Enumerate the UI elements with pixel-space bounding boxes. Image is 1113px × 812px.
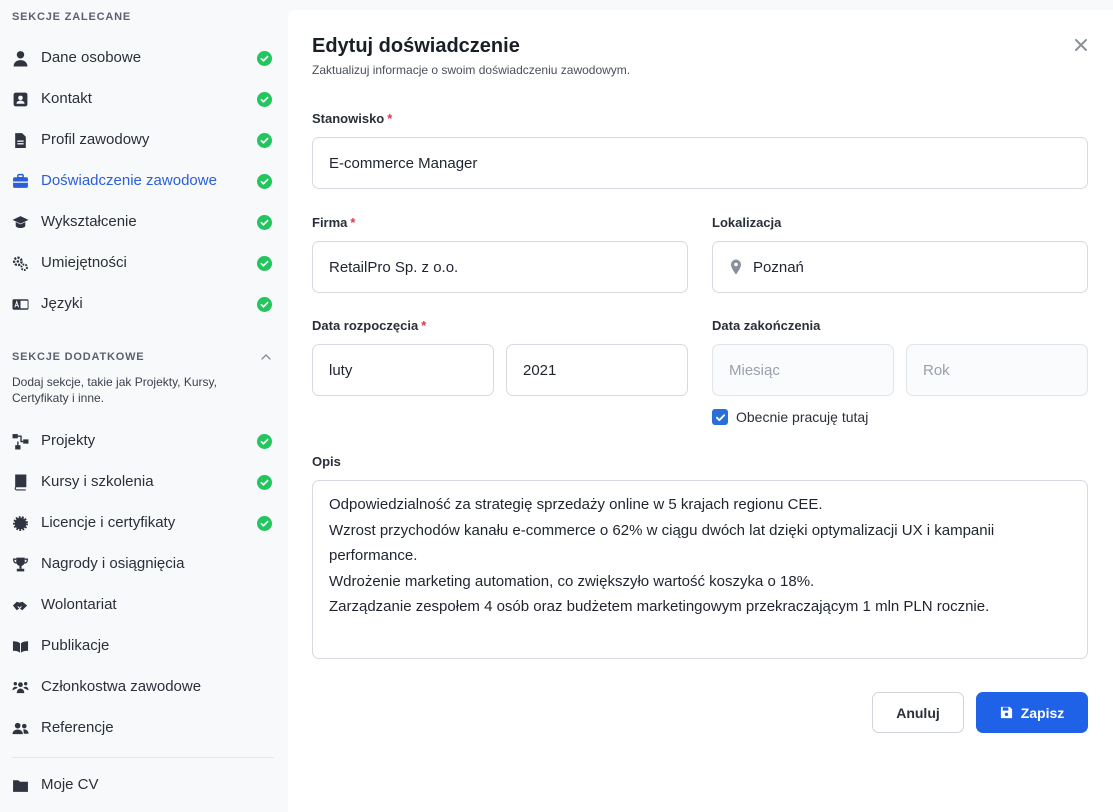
- folder-icon: [11, 776, 29, 794]
- completed-check-icon: [257, 297, 272, 312]
- briefcase-icon: [11, 172, 29, 190]
- panel-title: Edytuj doświadczenie: [312, 35, 520, 57]
- required-mark: *: [350, 215, 356, 230]
- chevron-up-icon[interactable]: [259, 350, 273, 364]
- completed-check-icon: [257, 475, 272, 490]
- description-textarea[interactable]: Odpowiedzialność za strategię sprzedaży …: [312, 480, 1088, 659]
- sidebar-item-professional-profile[interactable]: Profil zawodowy: [0, 121, 287, 159]
- sidebar-item-label: Członkostwa zawodowe: [41, 678, 202, 695]
- sidebar-item-label: Referencje: [41, 719, 114, 736]
- language-icon: [11, 295, 29, 313]
- completed-check-icon: [257, 215, 272, 230]
- sidebar-item-label: Moje CV: [41, 776, 99, 793]
- contact-card-icon: [11, 90, 29, 108]
- completed-check-icon: [257, 174, 272, 189]
- completed-check-icon: [257, 92, 272, 107]
- sidebar-item-education[interactable]: Wykształcenie: [0, 203, 287, 241]
- start-date-label: Data rozpoczęcia *: [312, 318, 427, 333]
- sidebar-item-memberships[interactable]: Członkostwa zawodowe: [0, 668, 287, 706]
- sidebar-item-references[interactable]: Referencje: [0, 709, 287, 747]
- save-button[interactable]: Zapisz: [976, 692, 1088, 733]
- cancel-button[interactable]: Anuluj: [872, 692, 964, 733]
- recommended-sections-heading: SEKCJE ZALECANE: [12, 11, 131, 23]
- sidebar-item-languages[interactable]: Języki: [0, 285, 287, 323]
- company-label: Firma *: [312, 215, 356, 230]
- sidebar-item-skills[interactable]: Umiejętności: [0, 244, 287, 282]
- description-line: Wzrost przychodów kanału e-commerce o 62…: [329, 521, 999, 565]
- additional-sections-heading: SEKCJE DODATKOWE: [12, 351, 145, 363]
- sidebar-item-label: Kursy i szkolenia: [41, 473, 154, 490]
- sidebar-item-label: Wolontariat: [41, 596, 117, 613]
- open-book-icon: [11, 637, 29, 655]
- close-icon[interactable]: [1073, 37, 1089, 53]
- location-input[interactable]: Poznań: [712, 241, 1088, 293]
- save-icon: [1000, 706, 1012, 719]
- completed-check-icon: [257, 516, 272, 531]
- panel-subtitle: Zaktualizuj informacje o swoim doświadcz…: [312, 63, 631, 77]
- save-button-label: Zapisz: [1020, 704, 1065, 721]
- sidebar-divider: [12, 757, 274, 758]
- currently-working-checkbox[interactable]: [712, 409, 728, 425]
- sidebar-item-my-cv[interactable]: Moje CV: [0, 766, 287, 804]
- required-mark: *: [387, 111, 393, 126]
- start-year-input[interactable]: 2021: [506, 344, 688, 396]
- description-line: Zarządzanie zespołem 4 osób oraz budżete…: [329, 598, 990, 615]
- completed-check-icon: [257, 51, 272, 66]
- currently-working-row[interactable]: Obecnie pracuję tutaj: [712, 409, 868, 425]
- sidebar-item-label: Dane osobowe: [41, 49, 142, 66]
- completed-check-icon: [257, 133, 272, 148]
- project-diagram-icon: [11, 432, 29, 450]
- completed-check-icon: [257, 434, 272, 449]
- sidebar-item-licenses[interactable]: Licencje i certyfikaty: [0, 504, 287, 542]
- position-input[interactable]: E-commerce Manager: [312, 137, 1088, 189]
- sidebar-item-label: Licencje i certyfikaty: [41, 514, 176, 531]
- position-label: Stanowisko *: [312, 111, 393, 126]
- user-icon: [11, 49, 29, 67]
- sidebar-item-label: Projekty: [41, 432, 96, 449]
- sidebar-item-label: Profil zawodowy: [41, 131, 150, 148]
- sidebar-item-awards[interactable]: Nagrody i osiągnięcia: [0, 545, 287, 583]
- start-month-select[interactable]: luty: [312, 344, 494, 396]
- sidebar-item-label: Kontakt: [41, 90, 92, 107]
- document-icon: [11, 131, 29, 149]
- sidebar-item-personal-data[interactable]: Dane osobowe: [0, 39, 287, 77]
- completed-check-icon: [257, 256, 272, 271]
- description-line: Wdrożenie marketing automation, co zwięk…: [329, 572, 815, 590]
- company-input[interactable]: RetailPro Sp. z o.o.: [312, 241, 688, 293]
- sidebar-item-label: Wykształcenie: [41, 213, 137, 230]
- gears-icon: [11, 254, 29, 272]
- users-group-icon: [11, 678, 29, 696]
- end-date-label: Data zakończenia: [712, 318, 821, 333]
- graduation-cap-icon: [11, 213, 29, 231]
- sidebar: SEKCJE ZALECANE Dane osobowe Kontakt Pro…: [0, 0, 287, 812]
- trophy-icon: [11, 555, 29, 573]
- book-icon: [11, 473, 29, 491]
- sidebar-item-label: Języki: [41, 295, 83, 312]
- sidebar-item-contact[interactable]: Kontakt: [0, 80, 287, 118]
- sidebar-item-projects[interactable]: Projekty: [0, 422, 287, 460]
- description-line: Odpowiedzialność za strategię sprzedaży …: [329, 496, 823, 513]
- currently-working-label: Obecnie pracuję tutaj: [736, 409, 869, 425]
- location-value: Poznań: [753, 258, 804, 276]
- additional-sections-description: Dodaj sekcje, takie jak Projekty, Kursy,…: [12, 375, 217, 405]
- edit-experience-panel: Edytuj doświadczenie Zaktualizuj informa…: [288, 10, 1113, 812]
- required-mark: *: [421, 318, 427, 333]
- sidebar-item-label: Publikacje: [41, 637, 110, 654]
- map-pin-icon: [731, 259, 741, 275]
- location-label: Lokalizacja: [712, 215, 782, 230]
- certificate-icon: [11, 514, 29, 532]
- description-label: Opis: [312, 454, 341, 469]
- sidebar-item-courses[interactable]: Kursy i szkolenia: [0, 463, 287, 501]
- user-friends-icon: [11, 719, 29, 737]
- sidebar-item-label: Doświadczenie zawodowe: [41, 172, 217, 189]
- sidebar-item-volunteering[interactable]: Wolontariat: [0, 586, 287, 624]
- end-year-input[interactable]: Rok: [906, 344, 1088, 396]
- sidebar-item-label: Nagrody i osiągnięcia: [41, 555, 185, 572]
- handshake-icon: [11, 596, 29, 614]
- sidebar-item-label: Umiejętności: [41, 254, 127, 271]
- sidebar-item-work-experience[interactable]: Doświadczenie zawodowe: [0, 162, 287, 200]
- end-month-select[interactable]: Miesiąc: [712, 344, 894, 396]
- sidebar-item-publications[interactable]: Publikacje: [0, 627, 287, 665]
